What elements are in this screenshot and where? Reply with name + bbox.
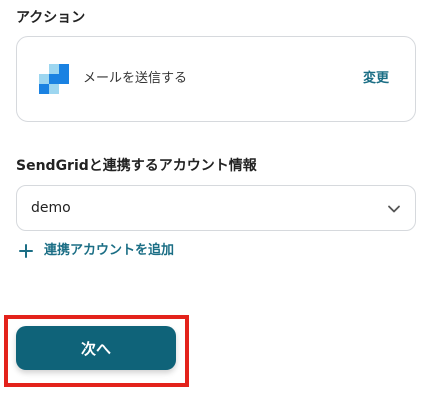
sendgrid-logo-icon bbox=[39, 64, 69, 94]
add-account-label: 連携アカウントを追加 bbox=[44, 243, 175, 258]
action-section-label: アクション bbox=[16, 10, 86, 26]
plus-icon bbox=[19, 244, 33, 258]
change-action-link[interactable]: 変更 bbox=[363, 70, 389, 88]
account-section-label: SendGridと連携するアカウント情報 bbox=[16, 158, 257, 174]
action-card: メールを送信する 変更 bbox=[16, 36, 416, 122]
chevron-down-icon bbox=[388, 205, 400, 213]
action-settings-page: アクション メールを送信する 変更 SendGridと連携するアカウント情報 d… bbox=[0, 0, 427, 408]
account-select-value: demo bbox=[31, 200, 71, 216]
account-select[interactable]: demo bbox=[16, 185, 416, 231]
add-account-link[interactable]: 連携アカウントを追加 bbox=[16, 242, 174, 260]
next-button[interactable]: 次へ bbox=[16, 326, 176, 370]
action-name: メールを送信する bbox=[83, 71, 188, 86]
